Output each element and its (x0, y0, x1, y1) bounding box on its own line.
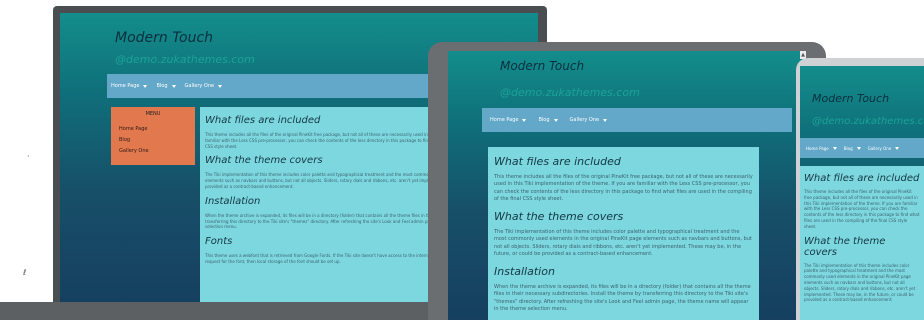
top-navbar: Home Page Blog Gallery One (482, 108, 792, 132)
chevron-down-icon (856, 146, 861, 150)
nav-item-label: Blog (156, 83, 168, 89)
nav-item-home[interactable]: Home Page (111, 83, 148, 89)
section-body: When the theme archive is expanded, its … (494, 284, 751, 312)
top-navbar: Home Page Blog Gallery One (800, 138, 924, 158)
section-heading: What files are included (804, 173, 920, 184)
section-body: This theme includes all the files of the… (804, 189, 920, 229)
sidebar-item-home[interactable]: Home Page (119, 126, 195, 132)
phone-screen: Modern Touch @demo.zukathemes.com Home P… (800, 66, 924, 320)
nav-item-gallery[interactable]: Gallery One (570, 117, 608, 123)
chevron-down-icon (553, 118, 558, 122)
site-title[interactable]: Modern Touch (812, 92, 889, 105)
tablet-screen: Modern Touch @demo.zukathemes.com Home P… (448, 51, 806, 320)
section-heading: Installation (494, 265, 555, 278)
stray-mark: · (27, 152, 30, 161)
nav-item-label: Gallery One (184, 83, 215, 89)
site-subtitle: @demo.zukathemes.com (500, 86, 640, 99)
nav-item-label: Gallery One (867, 145, 892, 151)
nav-item-home[interactable]: Home Page (806, 146, 837, 151)
nav-item-label: Home Page (111, 83, 140, 89)
chevron-down-icon (603, 118, 608, 122)
section-body: The Tiki implementation of this theme in… (494, 229, 752, 257)
sidebar-item-blog[interactable]: Blog (119, 137, 195, 143)
site-title[interactable]: Modern Touch (115, 30, 213, 46)
nav-item-label: Home Page (806, 145, 829, 151)
chevron-down-icon (171, 84, 176, 88)
sidebar-item-gallery[interactable]: Gallery One (119, 148, 195, 154)
chevron-down-icon (832, 146, 837, 150)
chevron-down-icon (522, 118, 527, 122)
nav-item-gallery[interactable]: Gallery One (185, 83, 223, 89)
nav-item-blog[interactable]: Blog (538, 117, 558, 123)
sidebar-menu: MENU Home Page Blog Gallery One (111, 107, 195, 165)
nav-item-blog[interactable]: Blog (156, 83, 176, 89)
nav-item-gallery[interactable]: Gallery One (868, 146, 900, 151)
device-showcase: · ℓ Modern Touch @demo.zukathemes.com Ho… (0, 0, 924, 320)
section-heading: What files are included (494, 155, 621, 168)
nav-item-label: Blog (538, 117, 550, 123)
nav-item-home[interactable]: Home Page (490, 117, 527, 123)
tablet-device: Modern Touch @demo.zukathemes.com Home P… (428, 42, 826, 320)
chevron-down-icon (143, 84, 148, 88)
main-content: What files are included This theme inclu… (800, 166, 924, 320)
chevron-down-icon (895, 146, 900, 150)
nav-item-label: Blog (843, 145, 853, 151)
section-body: This theme includes all the files of the… (494, 174, 753, 202)
nav-item-label: Gallery One (569, 117, 600, 123)
section-heading: What the theme covers (494, 210, 624, 223)
phone-device: Modern Touch @demo.zukathemes.com Home P… (796, 58, 924, 320)
main-content: What files are included This theme inclu… (488, 147, 759, 320)
site-subtitle: @demo.zukathemes.com (812, 116, 924, 127)
nav-item-blog[interactable]: Blog (844, 146, 861, 151)
site-subtitle: @demo.zukathemes.com (115, 53, 255, 66)
sidebar-title: MENU (145, 111, 161, 117)
nav-item-label: Home Page (490, 117, 519, 123)
site-title[interactable]: Modern Touch (500, 59, 584, 73)
section-body: The Tiki implementation of this theme in… (804, 262, 916, 303)
chevron-down-icon (218, 84, 223, 88)
section-heading: What the theme covers (804, 235, 886, 258)
stray-mark: ℓ (23, 268, 27, 277)
